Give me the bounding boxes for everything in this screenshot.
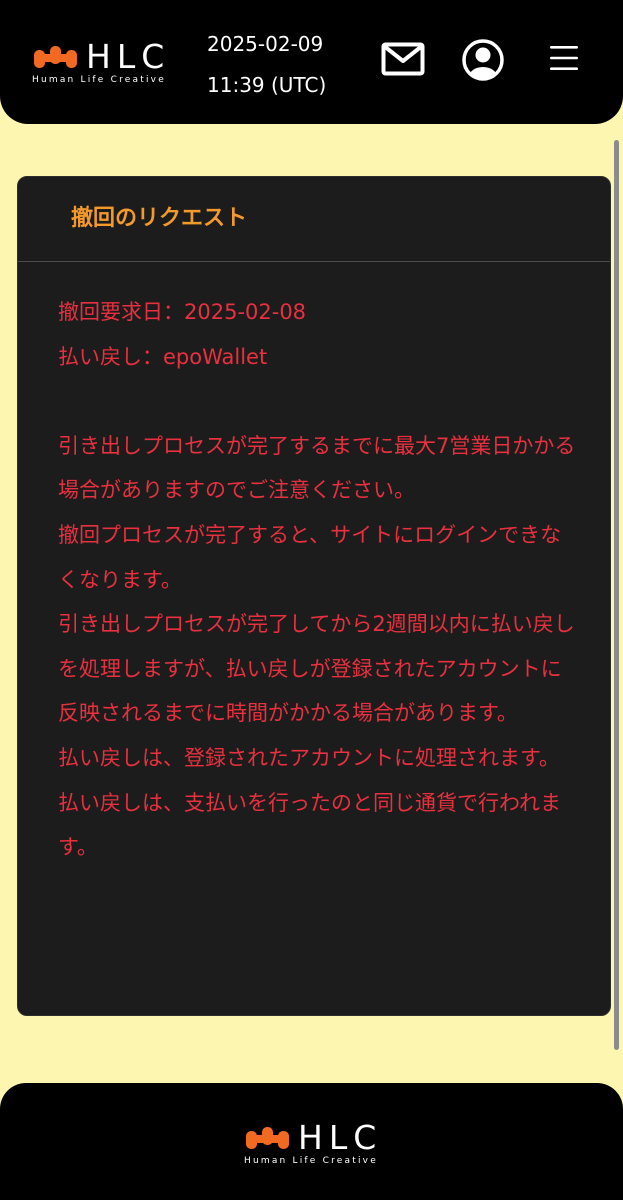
date-text: 2025-02-09	[207, 32, 324, 56]
card-body: 撤回要求日：2025-02-08 払い戻し：epoWallet 引き出しプロセス…	[58, 290, 578, 870]
request-date: 撤回要求日：2025-02-08	[58, 300, 307, 324]
app-footer: HLC Human Life Creative	[0, 1083, 623, 1200]
mail-icon[interactable]	[381, 42, 425, 76]
menu-icon[interactable]	[548, 44, 580, 72]
notice-refund-currency: 払い戻しは、支払いを行ったのと同じ通貨で行われます。	[58, 790, 561, 860]
app-header: HLC Human Life Creative 2025-02-09 11:39…	[0, 0, 623, 124]
time-text: 11:39 (UTC)	[207, 73, 327, 97]
divider	[18, 261, 610, 262]
withdrawal-request-card: 撤回のリクエスト 撤回要求日：2025-02-08 払い戻し：epoWallet…	[17, 176, 611, 1016]
notice-processing-time: 引き出しプロセスが完了するまでに最大7営業日かかる場合がありますのでご注意くださ…	[58, 433, 576, 503]
brand-logo[interactable]: HLC Human Life Creative	[32, 38, 182, 88]
user-icon[interactable]	[461, 38, 505, 82]
footer-brand-name: HLC	[298, 1118, 383, 1157]
scrollbar[interactable]	[614, 140, 619, 1050]
hlc-logo-icon	[34, 46, 77, 68]
server-datetime: 2025-02-09 11:39 (UTC)	[207, 24, 326, 106]
brand-name: HLC	[86, 37, 171, 76]
footer-brand-tagline: Human Life Creative	[244, 1156, 378, 1166]
brand-tagline: Human Life Creative	[32, 75, 166, 85]
notice-refund-timing: 引き出しプロセスが完了してから2週間以内に払い戻しを処理しますが、払い戻しが登録…	[58, 612, 575, 726]
notice-refund-account: 払い戻しは、登録されたアカウントに処理されます。	[58, 745, 560, 770]
notice-login-disabled: 撤回プロセスが完了すると、サイトにログインできなくなります。	[58, 522, 562, 592]
refund-method: 払い戻し：epoWallet	[58, 344, 268, 369]
hlc-logo-icon	[246, 1127, 289, 1149]
footer-logo[interactable]: HLC Human Life Creative	[244, 1119, 394, 1169]
card-title: 撤回のリクエスト	[71, 206, 248, 231]
